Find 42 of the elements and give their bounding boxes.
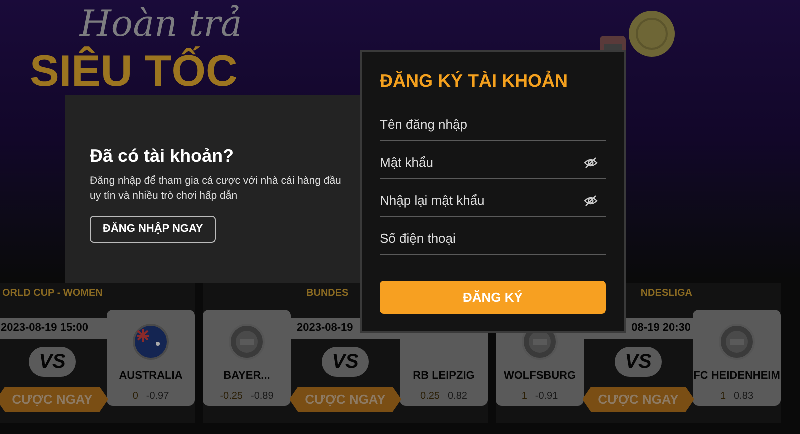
handicap-value: 1	[720, 390, 726, 404]
match-time: 2023-08-19 15:00	[0, 318, 107, 338]
login-now-button[interactable]: ĐĂNG NHẬP NGAY	[90, 216, 216, 243]
handicap-value: 0	[132, 390, 138, 404]
banner-script-text: Hoàn trả	[80, 3, 242, 46]
odds-value: -0.91	[535, 390, 558, 404]
eye-off-icon[interactable]	[584, 194, 598, 208]
bet-now-button[interactable]: CƯỢC NGAY	[290, 386, 402, 412]
team-name: FC HEIDENHEIM	[694, 369, 780, 384]
handicap-value: 1	[522, 390, 528, 404]
register-button[interactable]: ĐĂNG KÝ	[380, 281, 606, 314]
odds-value: 0.83	[734, 390, 754, 404]
bet-now-button[interactable]: CƯỢC NGAY	[582, 386, 694, 412]
league-label: BUNDES	[306, 287, 350, 301]
flag-icon	[133, 324, 169, 360]
coin-drawing	[628, 10, 676, 58]
team-name: WOLFSBURG	[504, 369, 576, 384]
bet-now-button[interactable]: CƯỢC NGAY	[0, 386, 108, 412]
odds-value: 0.82	[448, 390, 468, 404]
team-name: RB LEIPZIG	[413, 369, 475, 384]
vs-label: VS	[29, 346, 76, 376]
handicap-value: 0.25	[420, 390, 440, 404]
input-field[interactable]: Số điện thoại	[380, 228, 570, 248]
input-field[interactable]: Tên đăng nhập	[380, 114, 570, 134]
team-name: AUSTRALIA	[119, 369, 183, 384]
crest-icon	[229, 324, 265, 360]
league-label: NDESLIGA	[640, 287, 694, 301]
input-field[interactable]: Nhập lại mật khẩu	[380, 190, 570, 210]
odds-value: -0.97	[146, 390, 170, 404]
odds-value: -0.89	[251, 390, 274, 404]
eye-off-icon[interactable]	[584, 156, 598, 170]
register-title: ĐĂNG KÝ TÀI KHOẢN	[380, 70, 569, 93]
vs-label: VS	[322, 346, 369, 376]
handicap-value: -0.25	[220, 390, 243, 404]
vs-label: VS	[615, 346, 662, 376]
banner-headline: SIÊU TỐC	[30, 48, 239, 96]
input-field[interactable]: Mật khẩu	[380, 152, 570, 172]
login-description: Đăng nhập để tham gia cá cược với nhà cái hàng đầu uy tín và nhiều trò chơi hấp dẫn	[90, 174, 342, 204]
team-name: BAYER...	[224, 369, 270, 384]
crest-icon	[719, 324, 755, 360]
login-title: Đã có tài khoản?	[90, 145, 234, 168]
league-label: ORLD CUP - WOMEN	[2, 287, 104, 301]
